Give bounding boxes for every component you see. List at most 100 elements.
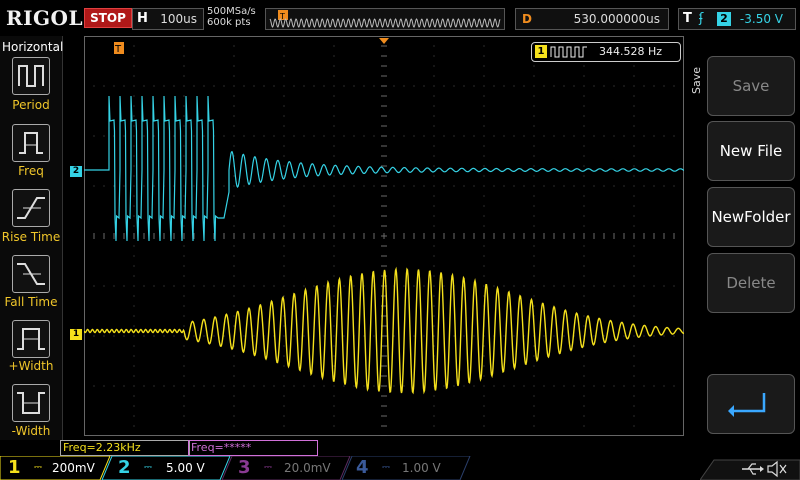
grid-dot xyxy=(403,285,405,287)
grid-dot xyxy=(663,135,665,137)
grid-dot xyxy=(293,85,295,87)
grid-dot xyxy=(533,275,535,277)
grid-dot xyxy=(343,285,345,287)
ch3-tab[interactable]: 3 ⎓ 20.0mV xyxy=(238,456,338,480)
grid-dot xyxy=(433,275,435,277)
grid-dot xyxy=(533,365,535,367)
save-button[interactable]: Save xyxy=(707,56,795,116)
grid-dot xyxy=(183,95,185,97)
grid-dot xyxy=(483,65,485,67)
overview-trace xyxy=(269,18,501,28)
grid-dot xyxy=(483,95,485,97)
grid-dot xyxy=(103,285,105,287)
timebase-box[interactable]: H 100us xyxy=(132,8,204,30)
grid-dot xyxy=(183,65,185,67)
center-tick xyxy=(663,233,665,239)
grid-dot xyxy=(583,275,585,277)
grid-dot xyxy=(503,285,505,287)
grid-dot xyxy=(493,135,495,137)
grid-dot xyxy=(103,385,105,387)
grid-dot xyxy=(253,85,255,87)
grid-dot xyxy=(213,85,215,87)
center-tick xyxy=(381,85,387,87)
grid-dot xyxy=(133,395,135,397)
grid-dot xyxy=(563,385,565,387)
grid-dot xyxy=(453,185,455,187)
grid-dot xyxy=(553,85,555,87)
grid-dot xyxy=(583,265,585,267)
neg-width-button[interactable] xyxy=(12,384,50,422)
grid-dot xyxy=(203,385,205,387)
sample-info: 500MSa/s 600k pts xyxy=(207,6,256,28)
grid-dot xyxy=(333,295,335,297)
grid-dot xyxy=(223,285,225,287)
grid-dot xyxy=(483,285,485,287)
rise-time-button[interactable] xyxy=(12,189,50,227)
grid-dot xyxy=(303,85,305,87)
grid-dot xyxy=(223,135,225,137)
grid-dot xyxy=(233,415,235,417)
grid-dot xyxy=(433,105,435,107)
grid-dot xyxy=(343,185,345,187)
grid-dot xyxy=(633,385,635,387)
grid-dot xyxy=(533,345,535,347)
grid-dot xyxy=(413,335,415,337)
ch1-offset-marker[interactable]: 1 xyxy=(70,329,82,340)
grid-dot xyxy=(533,395,535,397)
measurement-channel: 1 xyxy=(535,45,547,58)
center-tick xyxy=(381,405,387,407)
grid-dot xyxy=(183,315,185,317)
grid-dot xyxy=(343,385,345,387)
center-tick xyxy=(533,233,535,239)
grid-dot xyxy=(403,385,405,387)
run-stop-indicator[interactable]: STOP xyxy=(84,8,132,28)
ch2-tab[interactable]: 2 ⎓ 5.00 V xyxy=(118,456,218,480)
grid-dot xyxy=(183,395,185,397)
enter-button[interactable] xyxy=(707,374,795,434)
delay-box[interactable]: D 530.000000us xyxy=(515,8,669,30)
new-file-button[interactable]: New File xyxy=(707,121,795,181)
grid-dot xyxy=(283,145,285,147)
new-folder-button[interactable]: NewFolder xyxy=(707,187,795,247)
grid-dot xyxy=(333,135,335,137)
frequency-measurement[interactable]: 1 344.528 Hz xyxy=(531,42,681,62)
grid-dot xyxy=(243,335,245,337)
grid-dot xyxy=(333,185,335,187)
grid-dot xyxy=(313,85,315,87)
delay-trigger-marker: T xyxy=(114,42,124,55)
grid-dot xyxy=(123,135,125,137)
ch1-tab[interactable]: 1 ⎓ 200mV xyxy=(8,456,108,480)
period-button[interactable] xyxy=(12,57,50,95)
grid-dot xyxy=(583,65,585,67)
grid-dot xyxy=(253,335,255,337)
grid-dot xyxy=(133,55,135,57)
grid-dot xyxy=(103,85,105,87)
grid-dot xyxy=(473,385,475,387)
waveform-display[interactable]: T xyxy=(84,36,684,436)
grid-dot xyxy=(273,285,275,287)
freq-button[interactable] xyxy=(12,124,50,162)
grid-dot xyxy=(393,335,395,337)
pos-width-button[interactable] xyxy=(12,320,50,358)
ch4-tab[interactable]: 4 ⎓ 1.00 V xyxy=(356,456,456,480)
grid-dot xyxy=(183,345,185,347)
center-tick xyxy=(363,233,365,239)
grid-dot xyxy=(573,285,575,287)
grid-dot xyxy=(673,385,675,387)
grid-dot xyxy=(533,265,535,267)
grid-dot xyxy=(143,385,145,387)
grid-dot xyxy=(483,175,485,177)
grid-dot xyxy=(433,305,435,307)
fall-time-button[interactable] xyxy=(12,255,50,293)
memory-overview-strip[interactable]: T xyxy=(265,8,505,30)
center-tick xyxy=(343,233,345,239)
center-tick xyxy=(243,233,245,239)
grid-dot xyxy=(153,135,155,137)
ch2-offset-marker[interactable]: 2 xyxy=(70,166,82,177)
grid-dot xyxy=(183,225,185,227)
grid-dot xyxy=(583,325,585,327)
grid-dot xyxy=(483,355,485,357)
trigger-box[interactable]: T ʄ 2 -3.50 V xyxy=(678,8,796,30)
grid-dot xyxy=(603,135,605,137)
delete-button[interactable]: Delete xyxy=(707,253,795,313)
